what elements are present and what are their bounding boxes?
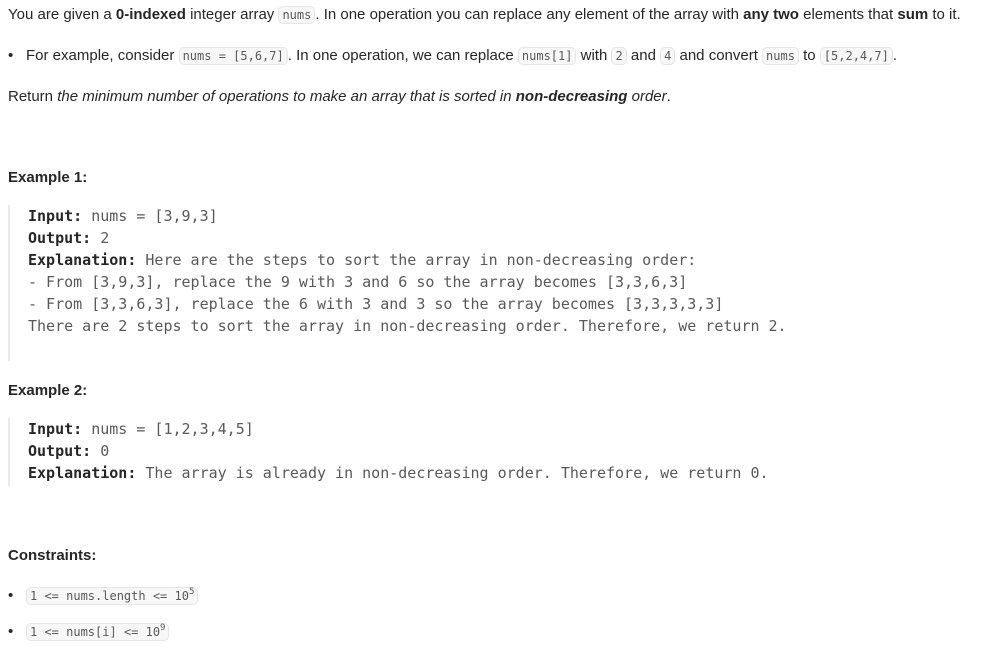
constraints-heading: Constraints: <box>8 547 97 564</box>
constraint-item: 1 <= nums[i] <= 109 <box>8 621 198 657</box>
example-bullet: For example, consider nums = [5,6,7]. In… <box>8 45 897 67</box>
problem-intro: You are given a 0-indexed integer array … <box>8 6 961 24</box>
constraint-item: 1 <= nums.length <= 105 <box>8 585 199 621</box>
example-bullet-list: For example, consider nums = [5,6,7]. In… <box>8 45 897 67</box>
constraints-list: 1 <= nums.length <= 105 1 <= nums[i] <= … <box>8 585 199 657</box>
example-1-heading: Example 1: <box>8 169 88 186</box>
example-2-block: Input: nums = [1,2,3,4,5] Output: 0 Expl… <box>8 418 769 486</box>
code-nums: nums <box>278 6 316 24</box>
example-2-heading: Example 2: <box>8 382 88 399</box>
example-1-block: Input: nums = [3,9,3] Output: 2 Explanat… <box>8 205 787 361</box>
return-statement: Return the minimum number of operations … <box>8 88 671 105</box>
